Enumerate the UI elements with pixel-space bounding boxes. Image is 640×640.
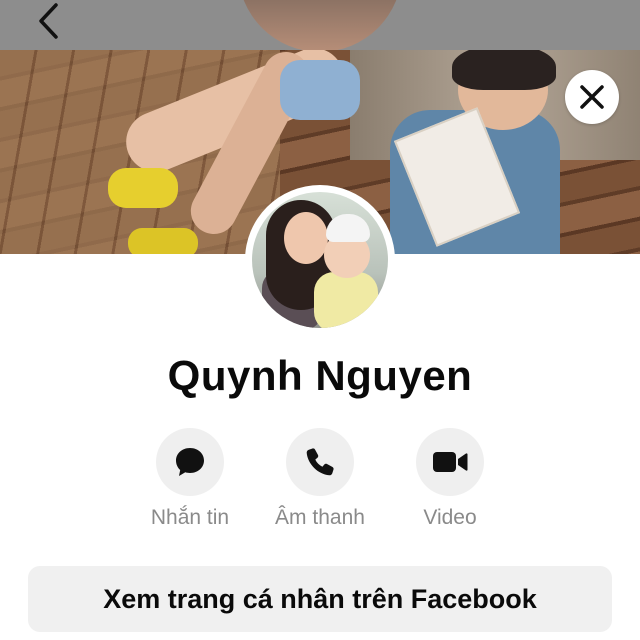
audio-call-label: Âm thanh <box>275 506 365 529</box>
profile-name: Quynh Nguyen <box>167 352 473 399</box>
action-row: Nhắn tin Âm thanh Video <box>0 428 640 538</box>
video-call-label: Video <box>423 506 477 529</box>
message-button[interactable]: Nhắn tin <box>125 428 255 530</box>
view-facebook-profile-button[interactable]: Xem trang cá nhân trên Facebook <box>28 566 612 632</box>
video-camera-icon <box>433 452 468 472</box>
phone-icon <box>306 448 334 476</box>
message-button-circle[interactable] <box>156 428 224 496</box>
video-call-button[interactable]: Video <box>385 428 515 530</box>
message-label: Nhắn tin <box>150 506 230 529</box>
top-bar <box>0 0 640 52</box>
view-facebook-profile-label: Xem trang cá nhân trên Facebook <box>103 583 537 614</box>
back-button[interactable] <box>28 0 68 42</box>
audio-call-button-circle[interactable] <box>286 428 354 496</box>
close-icon <box>580 85 604 109</box>
header-avatar <box>238 0 402 52</box>
avatar-photo <box>252 192 388 328</box>
profile-avatar[interactable] <box>245 185 395 335</box>
close-button[interactable] <box>565 70 619 124</box>
audio-call-button[interactable]: Âm thanh <box>255 428 385 530</box>
video-call-button-circle[interactable] <box>416 428 484 496</box>
chevron-left-icon <box>39 3 58 39</box>
message-bubble-icon <box>176 448 204 476</box>
